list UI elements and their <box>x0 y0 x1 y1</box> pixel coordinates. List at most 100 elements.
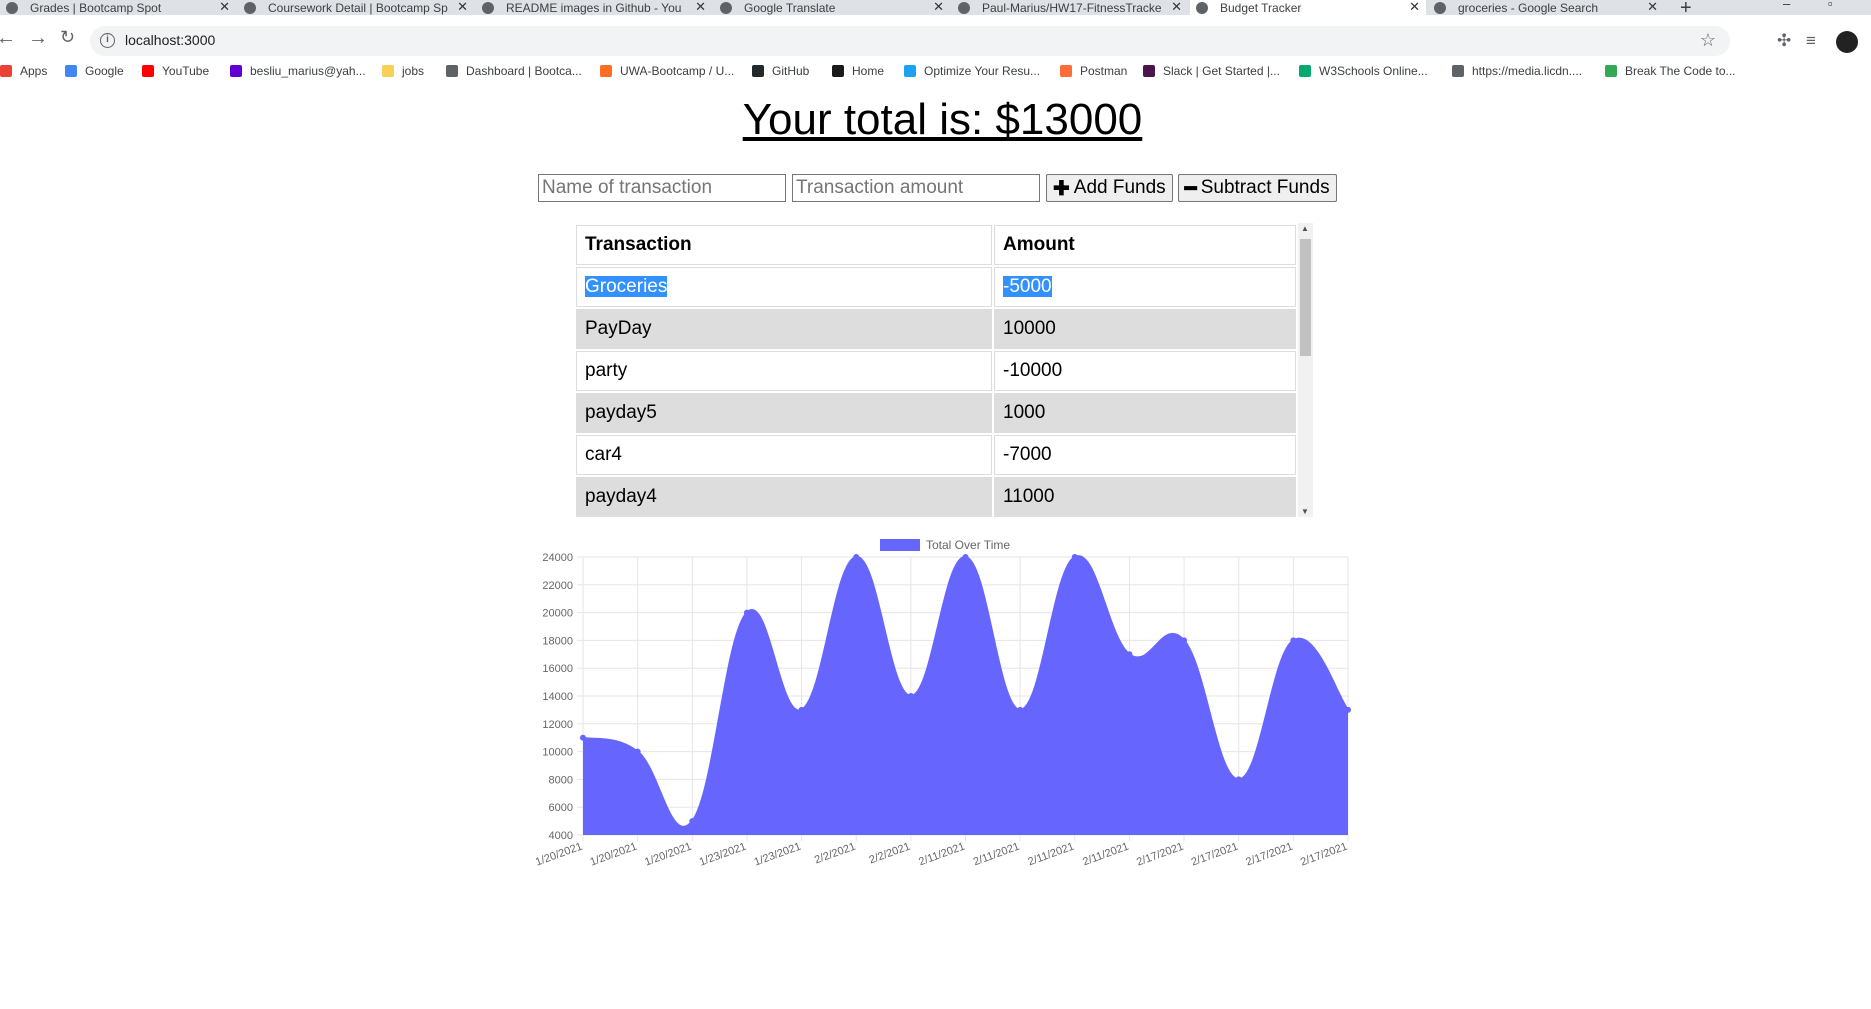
transaction-name-input[interactable] <box>538 174 786 202</box>
browser-tab[interactable]: Google Translate ✕ <box>714 0 950 15</box>
bookmark-item[interactable]: YouTube <box>142 64 209 78</box>
profile-avatar[interactable] <box>1836 31 1858 53</box>
bookmark-item[interactable]: Optimize Your Resu... <box>904 64 1040 78</box>
close-tab-icon[interactable]: ✕ <box>695 0 706 15</box>
data-point <box>798 706 805 713</box>
restore-icon[interactable]: ▫ <box>1828 0 1833 11</box>
close-tab-icon[interactable]: ✕ <box>1171 0 1182 15</box>
browser-tab[interactable]: Budget Tracker ✕ <box>1190 0 1426 15</box>
transaction-amount: -10000 <box>1003 360 1063 381</box>
scroll-down-arrow-icon[interactable]: ▼ <box>1301 507 1309 516</box>
bookmark-label: https://media.licdn.... <box>1472 64 1583 78</box>
browser-tab[interactable]: README images in Github - You ✕ <box>476 0 712 15</box>
bookmark-label: jobs <box>402 64 425 78</box>
browser-tab[interactable]: Grades | Bootcamp Spot ✕ <box>0 0 236 15</box>
transaction-name-cell: payday5 <box>576 393 992 433</box>
bookmark-item[interactable]: besliu_marius@yah... <box>230 64 366 78</box>
x-tick-label: 2/2/2021 <box>868 841 912 867</box>
transaction-name: payday4 <box>585 486 657 507</box>
bookmark-favicon-icon <box>230 65 242 77</box>
back-icon[interactable]: ← <box>0 28 16 48</box>
transaction-name: party <box>585 360 628 381</box>
x-tick-label: 2/11/2021 <box>1026 841 1075 869</box>
bookmark-item[interactable]: UWA-Bootcamp / U... <box>600 64 734 78</box>
close-tab-icon[interactable]: ✕ <box>933 0 944 15</box>
x-tick-label: 2/17/2021 <box>1190 841 1240 869</box>
bookmark-favicon-icon <box>1143 65 1155 77</box>
bookmark-label: YouTube <box>162 64 210 78</box>
tab-title: Grades | Bootcamp Spot <box>30 0 162 15</box>
add-funds-button[interactable]: ✚ Add Funds <box>1046 174 1173 202</box>
bookmark-label: W3Schools Online... <box>1319 64 1428 78</box>
subtract-funds-button[interactable]: ━ Subtract Funds <box>1177 174 1337 202</box>
bookmark-item[interactable]: Home <box>832 64 884 78</box>
bookmark-item[interactable]: GitHub <box>752 64 809 78</box>
plus-icon: ✚ <box>1053 177 1070 200</box>
subtract-funds-label: Subtract Funds <box>1200 177 1330 198</box>
bookmark-favicon-icon <box>904 65 916 77</box>
table-row: payday5 1000 <box>576 393 1296 433</box>
transactions-table-container[interactable]: Transaction Amount Groceries -5000 PayDay 1… <box>574 223 1314 518</box>
bookmark-favicon-icon <box>65 65 77 77</box>
transaction-amount-cell: 10000 <box>994 309 1296 349</box>
scroll-thumb[interactable] <box>1300 239 1311 356</box>
tab-strip: + – ▫ Grades | Bootcamp Spot ✕ Coursework … <box>0 0 1871 15</box>
data-point <box>853 554 860 560</box>
bookmark-favicon-icon <box>142 65 154 77</box>
bookmarks-bar: Apps Google YouTube besliu_marius@yah... job… <box>0 62 1871 84</box>
y-tick-label: 4000 <box>549 830 573 842</box>
bookmark-item[interactable]: Postman <box>1060 64 1127 78</box>
data-point <box>689 818 696 825</box>
bookmark-item[interactable]: Slack | Get Started |... <box>1143 64 1280 78</box>
data-point <box>634 748 641 755</box>
bookmark-item[interactable]: Google <box>65 64 124 78</box>
browser-tab[interactable]: groceries - Google Search ✕ <box>1428 0 1664 15</box>
bookmark-item[interactable]: Apps <box>0 64 47 78</box>
tab-title: Budget Tracker <box>1220 0 1302 15</box>
transaction-amount-cell: -10000 <box>994 351 1296 391</box>
bookmark-item[interactable]: https://media.licdn.... <box>1452 64 1582 78</box>
forward-icon[interactable]: → <box>28 28 48 48</box>
transaction-name: PayDay <box>585 318 652 339</box>
bookmark-item[interactable]: Dashboard | Bootca... <box>446 64 582 78</box>
close-tab-icon[interactable]: ✕ <box>457 0 468 15</box>
bookmark-favicon-icon <box>1605 65 1617 77</box>
bookmark-item[interactable]: W3Schools Online... <box>1299 64 1428 78</box>
tab-title: README images in Github - You <box>506 0 682 15</box>
address-bar[interactable]: i localhost:3000 ☆ <box>90 26 1730 56</box>
transaction-amount: -5000 <box>1003 276 1052 297</box>
extensions-icon[interactable]: ✣ <box>1777 31 1791 51</box>
bookmark-label: Break The Code to... <box>1625 64 1736 78</box>
x-tick-label: 2/17/2021 <box>1244 841 1294 869</box>
close-tab-icon[interactable]: ✕ <box>1409 0 1420 15</box>
address-url[interactable]: localhost:3000 <box>125 32 215 48</box>
transaction-amount-input[interactable] <box>792 174 1040 202</box>
info-icon[interactable]: i <box>100 33 115 48</box>
table-row: Groceries -5000 <box>576 267 1296 307</box>
bookmark-star-icon[interactable]: ☆ <box>1700 30 1716 51</box>
bookmark-label: UWA-Bootcamp / U... <box>620 64 735 78</box>
table-scrollbar[interactable]: ▲ ▼ <box>1298 223 1313 517</box>
bookmark-item[interactable]: jobs <box>382 64 424 78</box>
browser-tab[interactable]: Coursework Detail | Bootcamp Sp ✕ <box>238 0 474 15</box>
transactions-table: Transaction Amount Groceries -5000 PayDay 1… <box>574 223 1298 518</box>
close-tab-icon[interactable]: ✕ <box>219 0 230 15</box>
reload-icon[interactable]: ↻ <box>60 28 75 46</box>
data-point <box>962 554 969 560</box>
close-tab-icon[interactable]: ✕ <box>1647 0 1658 15</box>
table-header-row: Transaction Amount <box>576 225 1296 265</box>
bookmark-item[interactable]: Break The Code to... <box>1605 64 1736 78</box>
scroll-up-arrow-icon[interactable]: ▲ <box>1301 224 1309 233</box>
new-tab-button[interactable]: + <box>1680 0 1692 15</box>
table-row: party -10000 <box>576 351 1296 391</box>
browser-tab[interactable]: Paul-Marius/HW17-FitnessTracke ✕ <box>952 0 1188 15</box>
reading-list-icon[interactable]: ≡ <box>1806 31 1816 51</box>
bookmark-favicon-icon <box>1060 65 1072 77</box>
x-tick-label: 1/23/2021 <box>698 841 748 869</box>
y-tick-label: 12000 <box>542 719 573 731</box>
minimize-icon[interactable]: – <box>1783 0 1790 11</box>
data-point <box>1345 706 1351 713</box>
bookmark-label: Google <box>85 64 124 78</box>
transaction-amount-cell: 1000 <box>994 393 1296 433</box>
y-tick-label: 6000 <box>549 802 573 814</box>
